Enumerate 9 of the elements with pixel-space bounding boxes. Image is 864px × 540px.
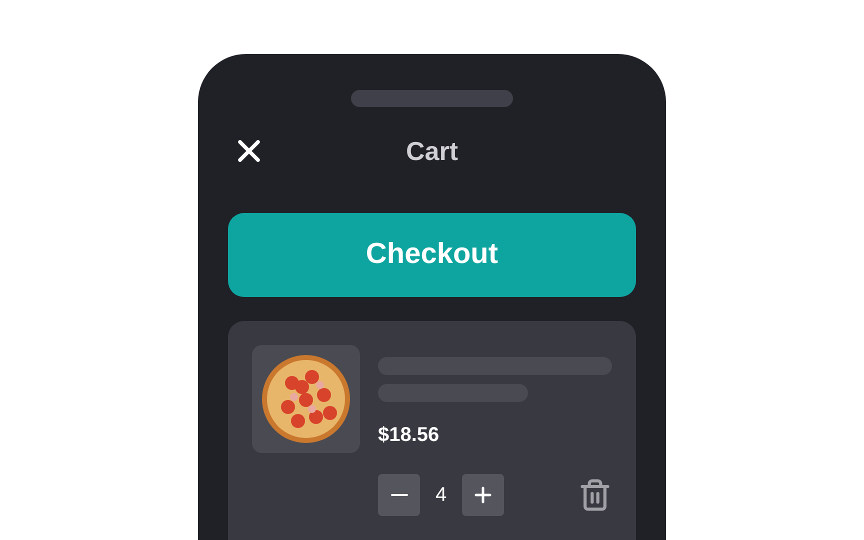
minus-icon — [390, 494, 408, 496]
cart-title: Cart — [406, 134, 458, 168]
checkout-button[interactable]: Checkout — [228, 213, 636, 297]
increase-button[interactable] — [462, 474, 504, 516]
trash-icon — [578, 478, 612, 512]
drag-handle[interactable] — [351, 90, 513, 107]
quantity-value: 4 — [434, 483, 448, 508]
item-price: $18.56 — [378, 423, 440, 447]
delete-button[interactable] — [578, 478, 612, 512]
